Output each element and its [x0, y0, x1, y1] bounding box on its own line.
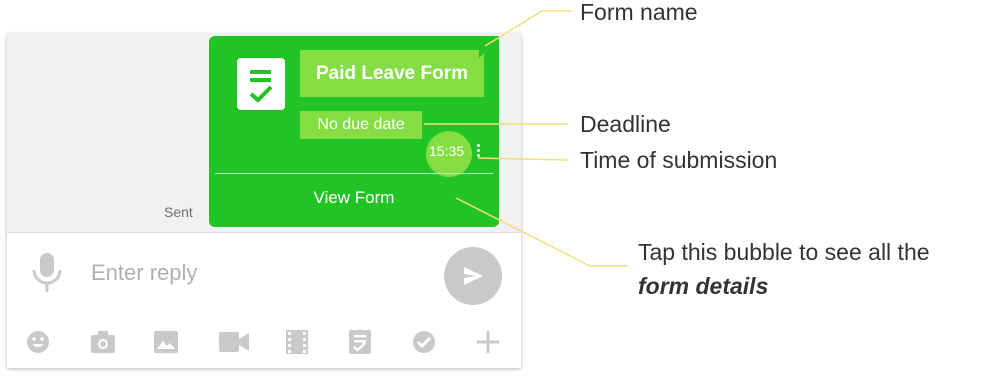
annotation-tap-line1: Tap this bubble to see all the	[638, 239, 930, 265]
annotation-deadline: Deadline	[580, 111, 671, 137]
annotation-time-of-submission: Time of submission	[580, 147, 778, 173]
annotation-tap-line2: form details	[638, 273, 769, 299]
annotation-form-name: Form name	[580, 0, 698, 25]
annotation-tap-bubble: Tap this bubble to see all the form deta…	[638, 235, 930, 303]
annotation-leader-lines	[424, 10, 628, 267]
